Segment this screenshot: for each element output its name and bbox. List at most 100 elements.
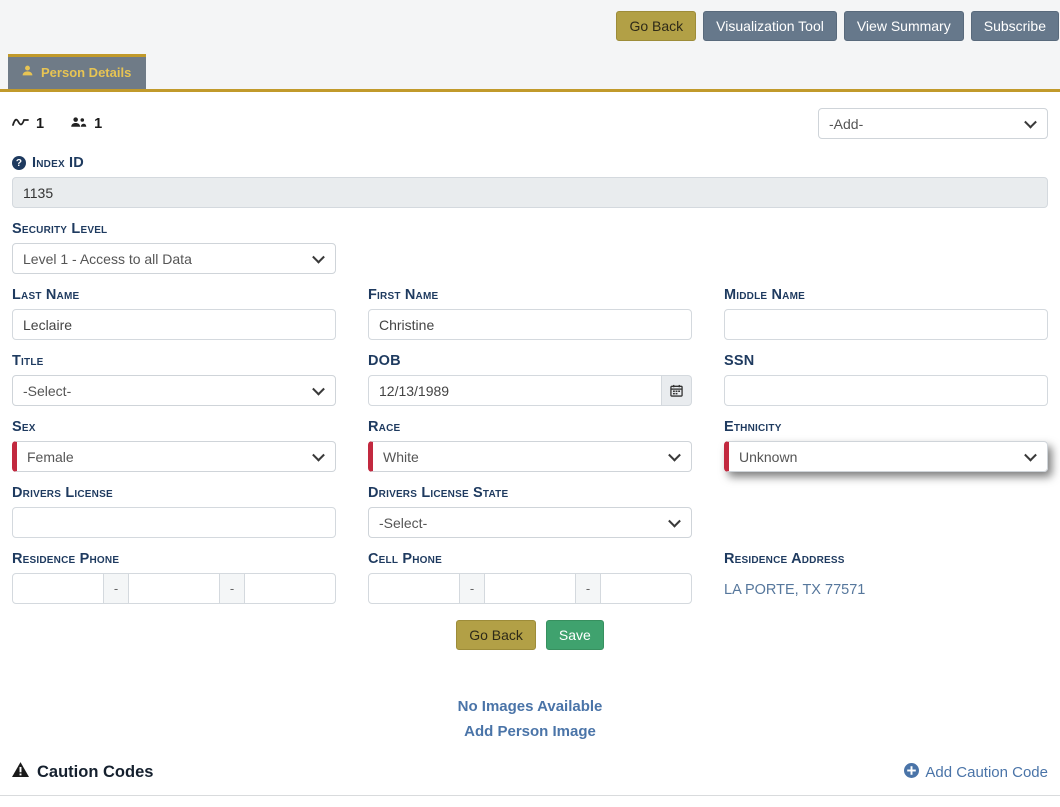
ethnicity-select[interactable]: Unknown bbox=[724, 441, 1048, 472]
sex-select[interactable]: Female bbox=[12, 441, 336, 472]
add-caution-code-link[interactable]: Add Caution Code bbox=[904, 763, 1048, 782]
images-block: No Images Available Add Person Image bbox=[0, 698, 1060, 740]
calendar-icon-button[interactable] bbox=[662, 375, 692, 406]
tab-bar: Person Details bbox=[0, 54, 1060, 92]
go-back-button-top[interactable]: Go Back bbox=[616, 11, 696, 41]
race-field: Race White bbox=[368, 419, 692, 472]
dob-input-group bbox=[368, 375, 692, 406]
title-select[interactable]: -Select- bbox=[12, 375, 336, 406]
phone-separator: - bbox=[576, 573, 600, 604]
title-select-wrap: -Select- bbox=[12, 375, 336, 406]
counts-row: 1 1 -Add- bbox=[0, 108, 1060, 139]
cell-phone-area-input[interactable] bbox=[368, 573, 460, 604]
residence-phone-line-input[interactable] bbox=[244, 573, 336, 604]
drivers-license-state-field: Drivers License State -Select- bbox=[368, 485, 692, 538]
ssn-input[interactable] bbox=[724, 375, 1048, 406]
index-id-label: ? Index ID bbox=[12, 155, 1048, 171]
people-count[interactable]: 1 bbox=[70, 116, 102, 132]
person-details-page: Go Back Visualization Tool View Summary … bbox=[0, 0, 1060, 796]
first-name-label: First Name bbox=[368, 287, 692, 303]
middle-name-input[interactable] bbox=[724, 309, 1048, 340]
caution-codes-heading: Caution Codes bbox=[12, 762, 153, 782]
sex-label: Sex bbox=[12, 419, 336, 435]
cell-phone-label: Cell Phone bbox=[368, 551, 692, 567]
title-field: Title -Select- bbox=[12, 353, 336, 406]
residence-phone-prefix-input[interactable] bbox=[128, 573, 220, 604]
timeline-count[interactable]: 1 bbox=[12, 116, 44, 132]
residence-phone-field: Residence Phone - - bbox=[12, 551, 336, 604]
security-level-select-wrap: Level 1 - Access to all Data bbox=[12, 243, 336, 274]
ssn-field: SSN bbox=[724, 353, 1048, 406]
phone-separator: - bbox=[220, 573, 244, 604]
phone-separator: - bbox=[460, 573, 484, 604]
last-name-field: Last Name bbox=[12, 287, 336, 340]
race-label: Race bbox=[368, 419, 692, 435]
caution-codes-section: Caution Codes Add Caution Code bbox=[0, 762, 1060, 796]
person-icon bbox=[21, 64, 34, 80]
sex-select-wrap: Female bbox=[12, 441, 336, 472]
dob-label: DOB bbox=[368, 353, 692, 369]
timeline-count-value: 1 bbox=[36, 116, 44, 132]
sex-field: Sex Female bbox=[12, 419, 336, 472]
add-caution-code-label: Add Caution Code bbox=[925, 764, 1048, 781]
no-images-text: No Images Available bbox=[0, 698, 1060, 715]
first-name-input[interactable] bbox=[368, 309, 692, 340]
ssn-label: SSN bbox=[724, 353, 1048, 369]
save-button[interactable]: Save bbox=[546, 620, 604, 650]
drivers-license-input[interactable] bbox=[12, 507, 336, 538]
ethnicity-select-wrap: Unknown bbox=[724, 441, 1048, 472]
help-icon[interactable]: ? bbox=[12, 156, 26, 170]
middle-name-field: Middle Name bbox=[724, 287, 1048, 340]
add-person-image-link[interactable]: Add Person Image bbox=[0, 723, 1060, 740]
security-level-select[interactable]: Level 1 - Access to all Data bbox=[12, 243, 336, 274]
cell-phone-prefix-input[interactable] bbox=[484, 573, 576, 604]
residence-address-value: LA PORTE, TX 77571 bbox=[724, 573, 1048, 598]
person-form: ? Index ID Security Level Level 1 - Acce… bbox=[0, 155, 1060, 604]
race-select-wrap: White bbox=[368, 441, 692, 472]
ethnicity-label: Ethnicity bbox=[724, 419, 1048, 435]
drivers-license-state-select[interactable]: -Select- bbox=[368, 507, 692, 538]
residence-phone-label: Residence Phone bbox=[12, 551, 336, 567]
cell-phone-field: Cell Phone - - bbox=[368, 551, 692, 604]
tab-label: Person Details bbox=[41, 65, 131, 80]
record-counts: 1 1 bbox=[12, 116, 102, 132]
index-id-label-text: Index ID bbox=[32, 155, 84, 171]
index-id-field: ? Index ID bbox=[12, 155, 1048, 208]
add-dropdown[interactable]: -Add- bbox=[818, 108, 1048, 139]
residence-address-label: Residence Address bbox=[724, 551, 1048, 567]
security-level-field: Security Level Level 1 - Access to all D… bbox=[12, 221, 336, 274]
people-count-value: 1 bbox=[94, 116, 102, 132]
title-label: Title bbox=[12, 353, 336, 369]
security-level-label: Security Level bbox=[12, 221, 336, 237]
index-id-input bbox=[12, 177, 1048, 208]
form-actions: Go Back Save bbox=[0, 620, 1060, 650]
cell-phone-line-input[interactable] bbox=[600, 573, 692, 604]
drivers-license-state-label: Drivers License State bbox=[368, 485, 692, 501]
main-content: 1 1 -Add- ? Index ID bbox=[0, 92, 1060, 796]
plus-circle-icon bbox=[904, 763, 919, 782]
drivers-license-state-select-wrap: -Select- bbox=[368, 507, 692, 538]
residence-phone-area-input[interactable] bbox=[12, 573, 104, 604]
phone-separator: - bbox=[104, 573, 128, 604]
drivers-license-field: Drivers License bbox=[12, 485, 336, 538]
cell-phone-group: - - bbox=[368, 573, 692, 604]
residence-address-field: Residence Address LA PORTE, TX 77571 bbox=[724, 551, 1048, 604]
visualization-tool-button[interactable]: Visualization Tool bbox=[703, 11, 837, 41]
tab-person-details[interactable]: Person Details bbox=[8, 54, 146, 89]
dob-field: DOB bbox=[368, 353, 692, 406]
first-name-field: First Name bbox=[368, 287, 692, 340]
warning-icon bbox=[12, 762, 29, 782]
ethnicity-field: Ethnicity Unknown bbox=[724, 419, 1048, 472]
subscribe-button[interactable]: Subscribe bbox=[971, 11, 1059, 41]
residence-phone-group: - - bbox=[12, 573, 336, 604]
view-summary-button[interactable]: View Summary bbox=[844, 11, 964, 41]
activity-icon bbox=[12, 116, 29, 132]
header: Go Back Visualization Tool View Summary … bbox=[0, 0, 1060, 92]
dob-input[interactable] bbox=[368, 375, 662, 406]
caution-codes-heading-text: Caution Codes bbox=[37, 763, 153, 782]
drivers-license-label: Drivers License bbox=[12, 485, 336, 501]
go-back-button[interactable]: Go Back bbox=[456, 620, 536, 650]
last-name-input[interactable] bbox=[12, 309, 336, 340]
race-select[interactable]: White bbox=[368, 441, 692, 472]
middle-name-label: Middle Name bbox=[724, 287, 1048, 303]
